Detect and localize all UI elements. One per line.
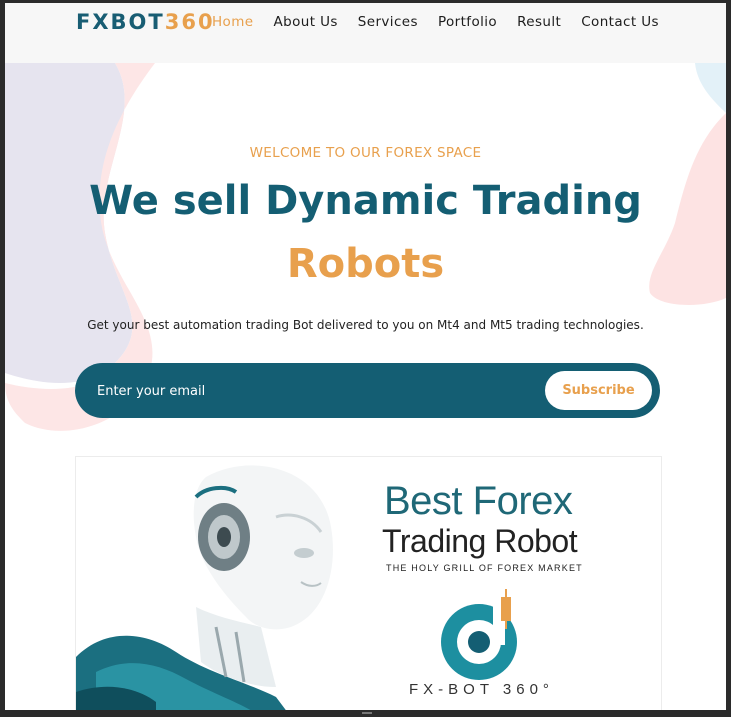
nav-item-home[interactable]: Home bbox=[212, 14, 253, 30]
nav-item-services[interactable]: Services bbox=[358, 14, 418, 30]
hero-eyebrow: WELCOME TO OUR FOREX SPACE bbox=[249, 145, 482, 161]
resize-handle[interactable] bbox=[362, 712, 372, 714]
robot-illustration bbox=[76, 465, 333, 710]
email-input[interactable] bbox=[95, 373, 529, 410]
logo-text-part1: FXBOT bbox=[76, 10, 165, 34]
browser-viewport: FXBOT360 Home About Us Services Portfoli… bbox=[5, 3, 726, 710]
nav-menu: Home About Us Services Portfolio Result … bbox=[212, 14, 679, 30]
logo-text-part2: 360 bbox=[164, 10, 215, 34]
fxbot-logo-icon bbox=[441, 589, 517, 680]
subscribe-form: Subscribe bbox=[75, 363, 660, 418]
navbar: FXBOT360 Home About Us Services Portfoli… bbox=[5, 3, 726, 63]
banner-tagline: THE HOLY GRILL OF FOREX MARKET bbox=[386, 563, 583, 573]
hero-subtitle: Get your best automation trading Bot del… bbox=[87, 318, 644, 332]
banner-brand-text: FX-BOT 360° bbox=[409, 681, 554, 698]
site-logo[interactable]: FXBOT360 bbox=[76, 10, 215, 34]
nav-item-result[interactable]: Result bbox=[517, 14, 561, 30]
banner-title-line2: Trading Robot bbox=[382, 523, 578, 559]
nav-item-about-us[interactable]: About Us bbox=[273, 14, 337, 30]
hero-title-line2: Robots bbox=[286, 241, 445, 287]
hero-title-line1: We sell Dynamic Trading bbox=[89, 178, 642, 224]
nav-item-contact-us[interactable]: Contact Us bbox=[581, 14, 659, 30]
blob-blue-right bbox=[695, 63, 726, 113]
subscribe-button[interactable]: Subscribe bbox=[545, 371, 652, 410]
nav-item-portfolio[interactable]: Portfolio bbox=[438, 14, 497, 30]
banner-title-line1: Best Forex bbox=[384, 479, 573, 523]
hero-banner-image: Best Forex Trading Robot THE HOLY GRILL … bbox=[75, 456, 662, 710]
